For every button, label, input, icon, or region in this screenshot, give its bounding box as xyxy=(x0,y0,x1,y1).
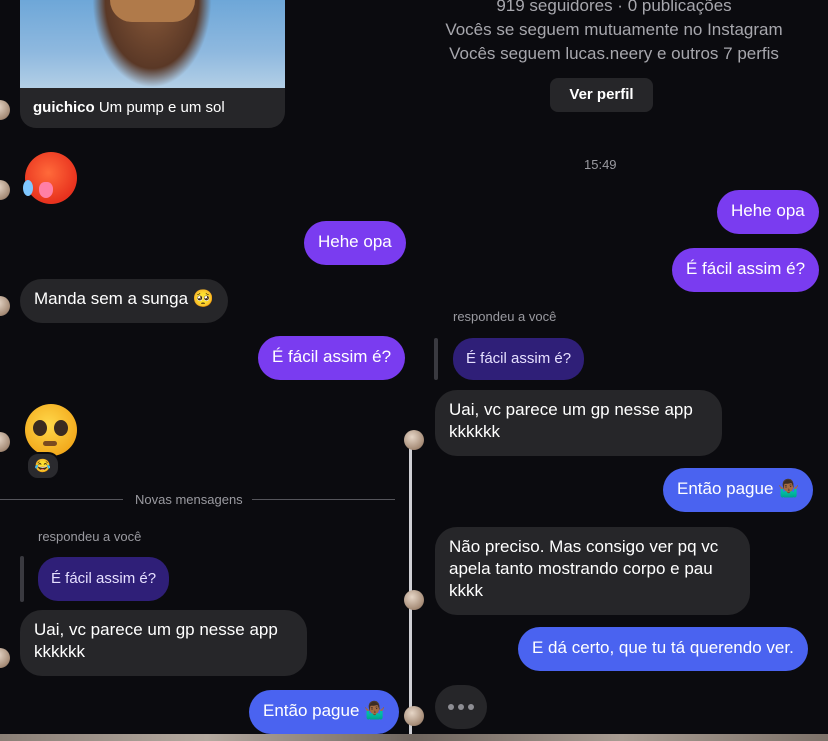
reply-indicator: respondeu a você xyxy=(453,309,557,324)
quote-bar xyxy=(434,338,438,380)
profile-following: Vocês seguem lucas.neery e outros 7 perf… xyxy=(449,44,779,63)
reaction-badge[interactable]: 😂 xyxy=(26,452,60,480)
quoted-message[interactable]: É fácil assim é? xyxy=(38,557,170,601)
post-image[interactable] xyxy=(20,0,285,88)
incoming-message[interactable]: Não preciso. Mas consigo ver pq vc apela… xyxy=(435,527,750,615)
sender-avatar[interactable] xyxy=(404,590,424,610)
reply-indicator: respondeu a você xyxy=(38,529,142,544)
left-chat-panel: guichico Um pump e um sol Hehe opa Manda… xyxy=(0,0,412,741)
post-caption: guichico Um pump e um sol xyxy=(33,99,225,116)
outgoing-message[interactable]: É fácil assim é? xyxy=(672,248,820,292)
sender-avatar[interactable] xyxy=(0,296,10,316)
outgoing-message[interactable]: Então pague 🤷🏾‍♂️ xyxy=(663,468,814,512)
typing-indicator xyxy=(435,685,487,729)
divider-label: Novas mensagens xyxy=(135,492,243,507)
outgoing-message[interactable]: Hehe opa xyxy=(304,221,406,265)
bottom-strip xyxy=(0,734,828,741)
sender-avatar[interactable] xyxy=(404,430,424,450)
timestamp: 15:49 xyxy=(584,157,617,172)
post-author[interactable]: guichico xyxy=(33,99,95,116)
sender-avatar[interactable] xyxy=(0,432,10,452)
profile-counts: 919 seguidores · 0 publicações xyxy=(496,0,732,15)
profile-mutual: Vocês se seguem mutuamente no Instagram xyxy=(445,20,783,39)
quoted-message[interactable]: É fácil assim é? xyxy=(453,338,585,380)
quote-bar xyxy=(20,556,24,602)
sender-avatar[interactable] xyxy=(0,648,10,668)
incoming-message[interactable]: Manda sem a sunga 🥺 xyxy=(20,279,228,323)
hot-face-emoji xyxy=(23,152,77,204)
outgoing-message[interactable]: Hehe opa xyxy=(717,190,819,234)
shared-post-card[interactable]: guichico Um pump e um sol xyxy=(20,0,285,128)
outgoing-message[interactable]: Então pague 🤷🏾‍♂️ xyxy=(249,690,400,734)
incoming-message[interactable]: Uai, vc parece um gp nesse app kkkkkk xyxy=(435,390,722,456)
new-messages-divider: Novas mensagens xyxy=(0,490,395,510)
outgoing-message[interactable]: É fácil assim é? xyxy=(258,336,406,380)
outgoing-message[interactable]: E dá certo, que tu tá querendo ver. xyxy=(518,627,808,671)
post-caption-text: Um pump e um sol xyxy=(98,99,225,116)
post-image-swimwear xyxy=(110,0,195,22)
view-profile-button[interactable]: Ver perfil xyxy=(550,78,653,112)
incoming-message[interactable]: Uai, vc parece um gp nesse app kkkkkk xyxy=(20,610,307,676)
sender-avatar[interactable] xyxy=(0,180,10,200)
sender-avatar[interactable] xyxy=(0,100,10,120)
right-chat-panel: 919 seguidores · 0 publicações Vocês se … xyxy=(404,0,828,741)
pleading-face-emoji xyxy=(25,404,77,456)
sender-avatar[interactable] xyxy=(404,706,424,726)
